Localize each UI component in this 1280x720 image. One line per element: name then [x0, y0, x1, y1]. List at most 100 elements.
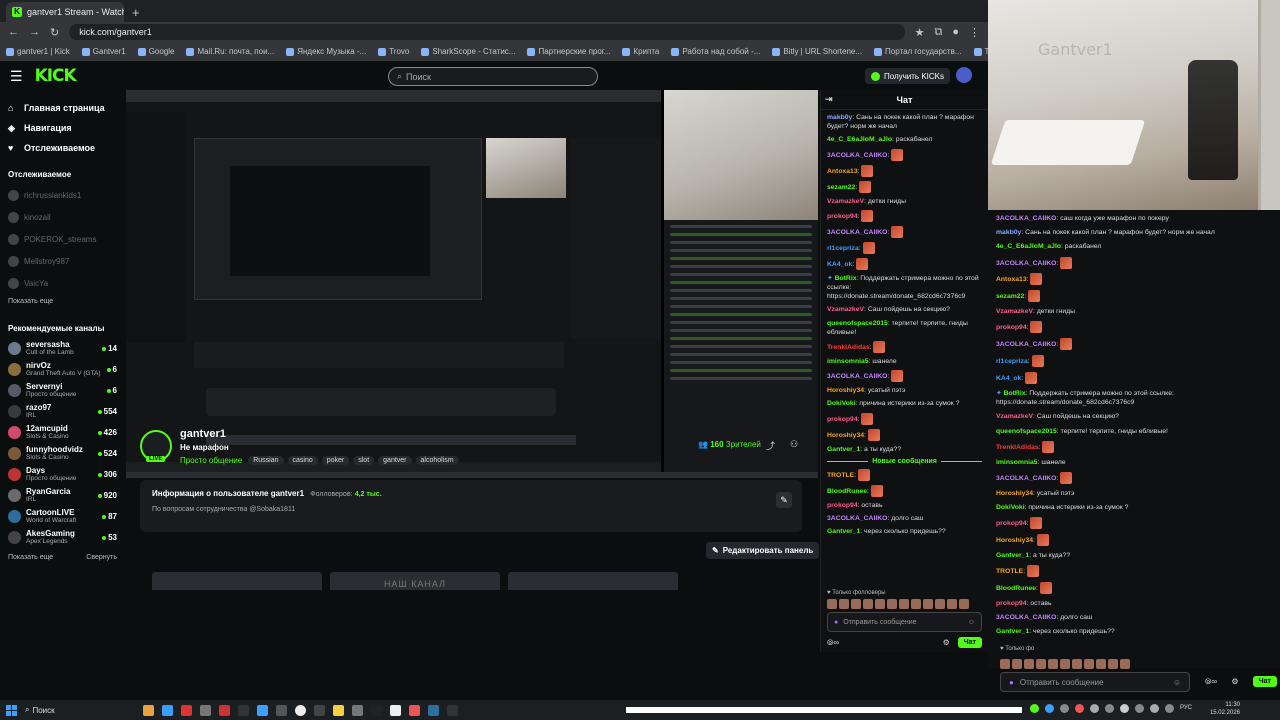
recommended-channel[interactable]: seversasha Cult of the Lamb 14 — [8, 338, 117, 359]
recommended-channel[interactable]: 12amcupid Slots & Casino 426 — [8, 422, 117, 443]
recommended-channel[interactable]: razo97 IRL 554 — [8, 401, 117, 422]
chat-username[interactable]: rl1cepriza — [996, 358, 1028, 365]
chat-username[interactable]: 3ACOLKA_CAIIKO — [996, 215, 1056, 222]
bookmark-item[interactable]: Портал государств... — [874, 47, 962, 56]
chat-username[interactable]: TROTLE — [827, 472, 854, 479]
chat-username[interactable]: Gantver_1 — [827, 446, 860, 453]
tray-icon[interactable] — [1150, 704, 1159, 713]
bookmark-item[interactable]: Яндекс Музыка -... — [286, 47, 366, 56]
tray-icon[interactable] — [1075, 704, 1084, 713]
new-tab-icon[interactable]: + — [132, 5, 140, 20]
collapse-link[interactable]: Свернуть — [86, 554, 117, 561]
app-icon[interactable] — [257, 704, 268, 716]
chat-username[interactable]: Antoxa13 — [827, 167, 858, 174]
followed-channel[interactable]: POKEROK_streams — [8, 228, 117, 250]
points-icon[interactable]: ⦾∞ — [827, 638, 839, 648]
emoji-icon[interactable]: ☺ — [1173, 678, 1181, 687]
obs-icon[interactable] — [447, 704, 458, 716]
chat-username[interactable]: makb0y — [996, 229, 1021, 236]
bookmark-item[interactable]: gantver1 | Kick — [6, 47, 70, 56]
bookmark-item[interactable]: Google — [137, 47, 174, 56]
user-avatar[interactable] — [956, 67, 972, 83]
tray-icon[interactable] — [1060, 704, 1069, 713]
bookmark-item[interactable]: Крипта — [622, 47, 659, 56]
chat-input[interactable]: ● Отправить сообщение ☺ — [827, 612, 982, 632]
chat-username[interactable]: queenofspace2015 — [827, 320, 888, 327]
tray-icon[interactable] — [1165, 704, 1174, 713]
bookmark-item[interactable]: Работа над собой -... — [671, 47, 760, 56]
forward-icon[interactable]: → — [29, 26, 40, 38]
recommended-channel[interactable]: AkesGaming Apex Legends 53 — [8, 527, 117, 548]
tray-icon[interactable] — [1030, 704, 1039, 713]
chat-username[interactable]: Horoshiy34 — [996, 490, 1033, 497]
chat-username[interactable]: 3ACOLKA_CAIIKO — [827, 151, 887, 158]
chat-username[interactable]: KA4_ok — [827, 261, 852, 268]
stream-tag[interactable]: poker — [321, 456, 350, 465]
back-icon[interactable]: ← — [8, 26, 19, 38]
chat-username[interactable]: Horoshiy34 — [827, 387, 864, 394]
show-more-bottom-link[interactable]: Показать еще — [8, 554, 53, 561]
nav-item[interactable]: ◈ Навигация — [8, 118, 117, 138]
chat-username[interactable]: prokop94 — [827, 415, 858, 422]
followed-channel[interactable]: kinozall — [8, 206, 117, 228]
chat-username[interactable]: prokop94 — [996, 324, 1027, 331]
chat-username[interactable]: 3ACOLKA_CAIIKO — [996, 614, 1056, 621]
chat-username[interactable]: Antoxa13 — [996, 276, 1027, 283]
app-icon[interactable] — [390, 704, 401, 716]
bookmark-item[interactable]: Gantver1 — [81, 47, 126, 56]
video-player[interactable] — [126, 90, 818, 478]
channel-name[interactable]: gantver1 — [180, 428, 226, 440]
chat-username[interactable]: Horoshiy34 — [827, 431, 864, 438]
language-indicator[interactable]: РУС — [1180, 705, 1192, 711]
app-icon[interactable] — [428, 704, 439, 716]
tray-icon[interactable] — [1090, 704, 1099, 713]
followed-channel[interactable]: Mellstroy987 — [8, 250, 117, 272]
chat-username[interactable]: prokop94 — [827, 213, 858, 220]
app-icon[interactable] — [238, 704, 249, 716]
taskbar-search[interactable]: ⌕ Поиск — [25, 705, 135, 715]
chat-username[interactable]: TrenkIAdidas — [996, 444, 1039, 451]
chat-username[interactable]: Horoshiy34 — [996, 537, 1033, 544]
chat-username[interactable]: TrenkIAdidas — [827, 344, 870, 351]
reload-icon[interactable]: ↻ — [50, 26, 59, 39]
chat-username[interactable]: 3ACOLKA_CAIIKO — [996, 341, 1056, 348]
stream-category[interactable]: Просто общение — [180, 456, 242, 465]
chat-username[interactable]: 3ACOLKA_CAIIKO — [996, 475, 1056, 482]
recommended-channel[interactable]: Servernyi Просто общение 6 — [8, 380, 117, 401]
emoji-icon[interactable]: ☺ — [968, 619, 975, 626]
tray-icon[interactable] — [1045, 704, 1054, 713]
extensions-icon[interactable]: ⧉ — [934, 26, 942, 39]
profile-icon[interactable]: ● — [952, 26, 959, 38]
chat-username[interactable]: BloodRunee — [996, 585, 1036, 592]
recommended-channel[interactable]: Days Просто общение 306 — [8, 464, 117, 485]
app-icon[interactable] — [371, 704, 382, 716]
followed-channel[interactable]: VaicYa — [8, 272, 117, 294]
get-kicks-button[interactable]: Получить KICKs — [864, 68, 950, 84]
chat-username[interactable]: 4e_C_E6aJIoM_aJIo — [827, 136, 892, 143]
recommended-channel[interactable]: nirvOz Grand Theft Auto V (GTA) 6 — [8, 359, 117, 380]
tray-icon[interactable] — [1135, 704, 1144, 713]
chat-username[interactable]: Gantver_1 — [827, 528, 860, 535]
chat-username[interactable]: 3ACOLKA_CAIIKO — [827, 229, 887, 236]
settings-icon[interactable]: ⚙ — [943, 638, 950, 647]
chat-username[interactable]: iminsomnia5 — [827, 358, 869, 365]
mic-icon[interactable]: ● — [834, 619, 838, 626]
app-icon[interactable] — [314, 704, 325, 716]
nav-item[interactable]: ♥ Отслеживаемое — [8, 138, 117, 158]
menu-icon[interactable]: ☰ — [10, 68, 23, 85]
settings-icon[interactable]: ⚙ — [1231, 677, 1238, 686]
search-input[interactable]: ⌕ Поиск — [388, 67, 598, 86]
chat-username[interactable]: DokiVoki — [996, 504, 1025, 511]
recommended-channel[interactable]: funnyhoodvidz Slots & Casino 524 — [8, 443, 117, 464]
bookmark-item[interactable]: Bitly | URL Shortene... — [772, 47, 862, 56]
chat-username[interactable]: VzamazkeV — [827, 306, 864, 313]
chat-username[interactable]: sezam22 — [996, 293, 1024, 300]
chat-username[interactable]: makb0y — [827, 114, 852, 121]
chat-username[interactable]: DokiVoki — [827, 400, 856, 407]
menu-icon[interactable]: ⋮ — [969, 26, 980, 39]
chat-username[interactable]: BotRix — [835, 275, 857, 282]
chat-username[interactable]: iminsomnia5 — [996, 459, 1038, 466]
tray-icon[interactable] — [1120, 704, 1129, 713]
app-icon[interactable] — [409, 704, 420, 716]
chat-username[interactable]: Gantver_1 — [996, 552, 1029, 559]
